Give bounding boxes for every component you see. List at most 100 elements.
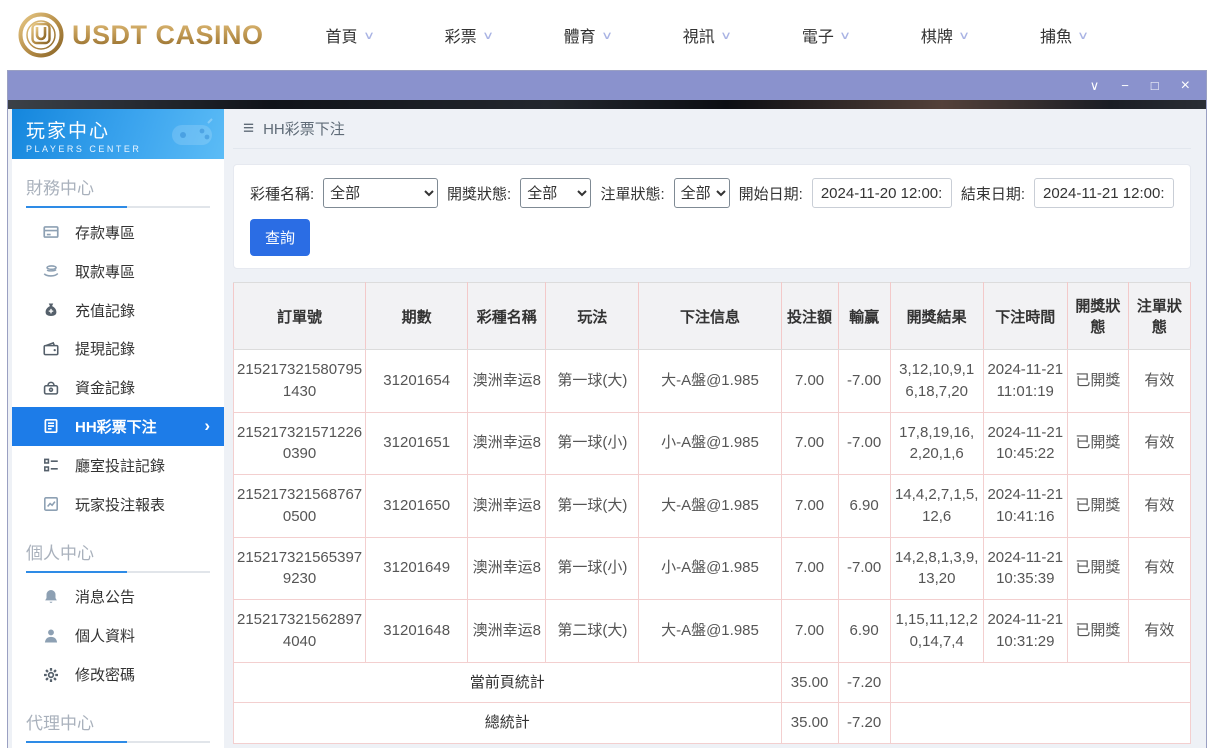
cell-draw-result: 14,4,2,7,1,5,12,6 bbox=[889, 474, 984, 538]
search-button[interactable]: 查詢 bbox=[250, 219, 311, 256]
cell-order-status: 有效 bbox=[1127, 349, 1192, 413]
page-summary-row: 當前頁統計 35.00 -7.20 bbox=[233, 661, 1192, 704]
cell-draw-result: 1,15,11,12,20,14,7,4 bbox=[889, 599, 984, 663]
sidebar-item-funds-record[interactable]: 資金記錄 bbox=[12, 368, 224, 407]
cell-period: 31201649 bbox=[365, 536, 469, 600]
hall-list-icon bbox=[42, 456, 60, 474]
cell-order-no: 2152173215653979230 bbox=[232, 536, 367, 600]
cell-bet-amount: 7.00 bbox=[780, 349, 839, 413]
cell-bet-info: 小-A盤@1.985 bbox=[638, 411, 782, 475]
chevron-down-icon: ∨ bbox=[600, 29, 613, 42]
sidebar-section-agent: 代理中心 bbox=[26, 713, 94, 733]
nav-item-label: 體育 bbox=[563, 29, 596, 46]
chevron-down-icon: ∨ bbox=[838, 29, 851, 42]
sidebar-item-label: 個人資料 bbox=[75, 628, 136, 646]
order-status-select[interactable]: 全部 bbox=[673, 178, 730, 208]
cell-bet-amount: 7.00 bbox=[780, 599, 839, 663]
cell-bet-time: 2024-11-21 10:45:22 bbox=[982, 411, 1068, 475]
sidebar-item-withdrawal-record[interactable]: 提現記錄 bbox=[12, 329, 224, 368]
order-status-label: 注單狀態: bbox=[600, 185, 665, 203]
sidebar-section-finance: 財務中心 bbox=[26, 179, 94, 198]
cell-period: 31201654 bbox=[365, 349, 469, 413]
cell-draw-result: 17,8,19,16,2,20,1,6 bbox=[889, 411, 984, 475]
sidebar-item-recharge-record[interactable]: 充值記錄 bbox=[12, 291, 224, 330]
nav-item[interactable]: 捕魚 ∨ bbox=[1039, 23, 1090, 47]
cell-period: 31201648 bbox=[365, 599, 469, 663]
table-header-row: 訂單號 期數 彩種名稱 玩法 下注信息 投注額 輸赢 開獎結果 下注時間 開獎狀態 注單狀態 bbox=[232, 282, 1192, 350]
cell-play-type: 第一球(小) bbox=[545, 411, 640, 475]
logo-text: USDT CASINO bbox=[72, 19, 264, 50]
end-date-label: 結束日期: bbox=[960, 185, 1025, 203]
collapse-icon[interactable]: ∨ bbox=[1090, 79, 1100, 92]
cell-bet-amount: 7.00 bbox=[780, 474, 839, 538]
chevron-down-icon: ∨ bbox=[362, 29, 375, 42]
sidebar-item-withdraw[interactable]: 取款專區 bbox=[12, 252, 224, 291]
sidebar-item-change-password[interactable]: 修改密碼 bbox=[12, 655, 224, 694]
menu-icon[interactable]: ≡ bbox=[243, 118, 254, 140]
maximize-icon[interactable]: □ bbox=[1151, 79, 1159, 92]
cell-order-no: 2152173215807951430 bbox=[232, 349, 367, 413]
grand-summary-row: 總統計 35.00 -7.20 bbox=[233, 702, 1192, 744]
cell-order-no: 2152173215712260390 bbox=[232, 411, 367, 475]
sidebar-item-label: 廳室投註記錄 bbox=[75, 457, 166, 475]
sidebar-item-label: 充值記錄 bbox=[75, 302, 136, 320]
sidebar-item-player-report[interactable]: 玩家投注報表 bbox=[12, 485, 224, 524]
sidebar-item-deposit[interactable]: 存款專區 bbox=[12, 213, 224, 252]
sidebar-item-label: 存款專區 bbox=[75, 224, 136, 242]
draw-status-select[interactable]: 全部 bbox=[520, 178, 592, 208]
nav-item[interactable]: 視訊 ∨ bbox=[683, 23, 732, 47]
nav-item[interactable]: 電子 ∨ bbox=[801, 23, 851, 47]
column-header: 投注額 bbox=[780, 282, 839, 350]
cell-draw-status: 已開獎 bbox=[1066, 349, 1129, 413]
cell-draw-status: 已開獎 bbox=[1066, 474, 1129, 538]
lottery-name-select[interactable]: 全部 bbox=[323, 178, 439, 208]
end-date-input[interactable] bbox=[1034, 178, 1174, 208]
report-chart-icon bbox=[42, 495, 60, 513]
bell-icon bbox=[42, 588, 60, 606]
close-icon[interactable]: × bbox=[1181, 77, 1190, 94]
nav-item-label: 首頁 bbox=[325, 29, 358, 46]
cell-bet-amount: 7.00 bbox=[780, 411, 839, 475]
filter-panel: 彩種名稱: 全部 開獎狀態: 全部 注單狀態: 全部 開始日期: 結束日期: 查… bbox=[233, 164, 1191, 269]
grand-summary-empty bbox=[889, 702, 1192, 744]
cell-order-status: 有效 bbox=[1127, 599, 1192, 663]
cell-win-loss: 6.90 bbox=[837, 599, 891, 663]
gamepad-icon bbox=[172, 118, 213, 145]
funds-purse-icon bbox=[42, 379, 60, 397]
withdrawal-wallet-icon bbox=[42, 340, 60, 358]
nav-item-label: 捕魚 bbox=[1039, 29, 1072, 46]
nav-item[interactable]: 首頁 ∨ bbox=[325, 23, 375, 47]
start-date-label: 開始日期: bbox=[738, 185, 803, 203]
chevron-down-icon: ∨ bbox=[1076, 29, 1090, 42]
section-divider bbox=[26, 206, 210, 208]
window-titlebar: ∨ − □ × bbox=[8, 71, 1206, 100]
cell-win-loss: -7.00 bbox=[837, 411, 891, 475]
sidebar-item-label: 玩家投注報表 bbox=[75, 496, 166, 514]
page-summary-empty bbox=[889, 661, 1192, 704]
sidebar-item-profile[interactable]: 個人資料 bbox=[12, 616, 224, 655]
nav-item[interactable]: 體育 ∨ bbox=[563, 23, 613, 47]
sidebar-item-hh-lottery-bets[interactable]: HH彩票下注 › bbox=[12, 407, 224, 446]
sidebar-item-label: 消息公告 bbox=[75, 589, 136, 607]
minimize-icon[interactable]: − bbox=[1121, 79, 1129, 92]
site-header: USDT CASINO 首頁 ∨ 彩票 ∨ 體育 ∨ 視訊 ∨ 電子 ∨ 棋牌 … bbox=[0, 0, 1214, 70]
table-row: 2152173215712260390 31201651 澳洲幸运8 第一球(小… bbox=[232, 411, 1192, 475]
sidebar-item-hall-bet-record[interactable]: 廳室投註記錄 bbox=[12, 446, 224, 485]
column-header: 下注信息 bbox=[638, 282, 782, 350]
nav-item[interactable]: 棋牌 ∨ bbox=[921, 23, 970, 47]
page-title: HH彩票下注 bbox=[263, 121, 345, 138]
sidebar-section-personal: 個人中心 bbox=[26, 543, 94, 563]
cell-lottery-name: 澳洲幸运8 bbox=[467, 536, 547, 600]
start-date-input[interactable] bbox=[811, 178, 952, 208]
grand-summary-winloss-total: -7.20 bbox=[837, 702, 891, 744]
cell-bet-time: 2024-11-21 10:31:29 bbox=[982, 599, 1068, 663]
nav-item[interactable]: 彩票 ∨ bbox=[445, 23, 494, 47]
sidebar-item-announcements[interactable]: 消息公告 bbox=[12, 578, 224, 617]
main-content: ≡ HH彩票下注 彩種名稱: 全部 開獎狀態: 全部 注單狀態: 全部 開始日期… bbox=[224, 109, 1206, 748]
cell-order-status: 有效 bbox=[1127, 474, 1192, 538]
sidebar-item-label: 提現記錄 bbox=[75, 341, 136, 359]
nav-item-label: 電子 bbox=[801, 29, 834, 46]
cell-play-type: 第一球(小) bbox=[545, 536, 640, 600]
page-summary-bet-total: 35.00 bbox=[780, 661, 839, 704]
column-header: 彩種名稱 bbox=[467, 282, 547, 350]
